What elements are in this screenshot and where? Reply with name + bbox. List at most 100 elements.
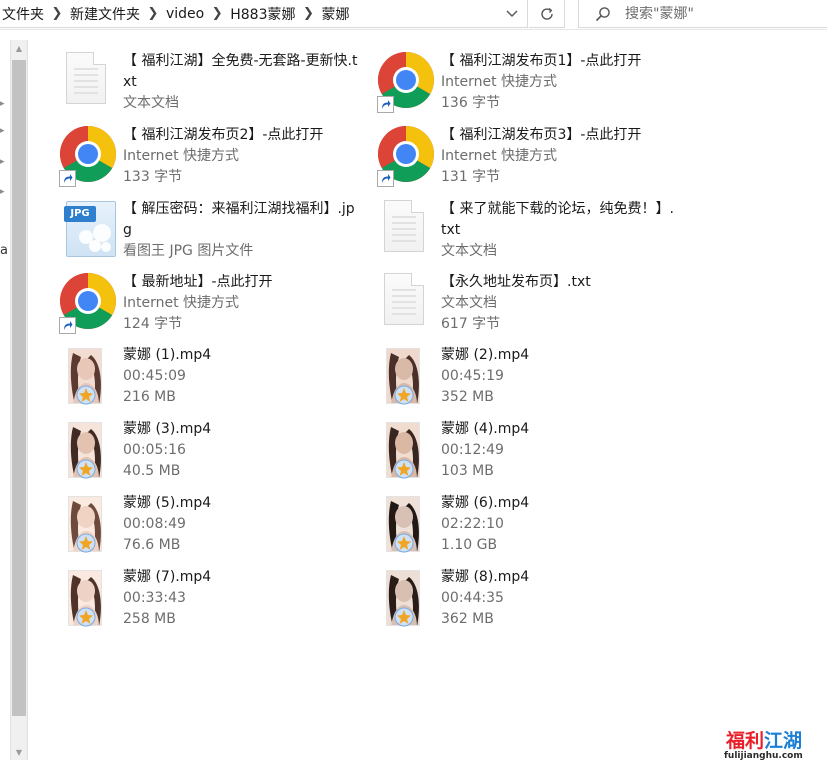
file-item[interactable]: JPG 【 解压密码：来福利江湖找福利】.jpg 看图王 JPG 图片文件 bbox=[59, 199, 359, 265]
file-size: 40.5 MB bbox=[123, 463, 181, 479]
file-details: 【 福利江湖发布页3】-点此打开 Internet 快捷方式 131 字节 bbox=[441, 125, 677, 188]
file-type: Internet 快捷方式 bbox=[441, 148, 558, 164]
shortcut-arrow-icon bbox=[377, 96, 394, 113]
file-name: 蒙娜 (7).mp4 bbox=[123, 569, 212, 585]
file-name: 蒙娜 (6).mp4 bbox=[441, 495, 530, 511]
explorer-window: 文件夹 ❯ 新建文件夹 ❯ video ❯ H883蒙娜 ❯ 蒙娜 搜索"蒙娜"… bbox=[0, 0, 827, 773]
watermark-brand-b: 江湖 bbox=[764, 730, 803, 752]
video-thumbnail-icon bbox=[377, 493, 439, 555]
chrome-shortcut-icon bbox=[59, 125, 121, 187]
jpg-image-icon: JPG bbox=[59, 199, 121, 261]
file-size: 1.10 GB bbox=[441, 537, 498, 553]
watermark-brand: 福利江湖 bbox=[726, 726, 802, 753]
video-thumbnail-icon bbox=[377, 567, 439, 629]
watermark-url: fulijianghu.com bbox=[724, 751, 803, 761]
file-name: 【 福利江湖发布页1】-点此打开 bbox=[441, 53, 642, 69]
file-item[interactable]: 蒙娜 (3).mp4 00:05:16 40.5 MB bbox=[59, 419, 359, 485]
video-app-badge-icon bbox=[76, 385, 96, 405]
file-size: 76.6 MB bbox=[123, 537, 181, 553]
shortcut-arrow-icon bbox=[377, 170, 394, 187]
file-details: 蒙娜 (4).mp4 00:12:49 103 MB bbox=[441, 419, 677, 482]
file-size: 617 字节 bbox=[441, 316, 501, 332]
video-app-badge-icon bbox=[394, 459, 414, 479]
file-duration: 00:45:19 bbox=[441, 368, 504, 384]
file-type: 看图王 JPG 图片文件 bbox=[123, 243, 254, 259]
file-details: 蒙娜 (3).mp4 00:05:16 40.5 MB bbox=[123, 419, 359, 482]
file-size: 258 MB bbox=[123, 611, 176, 627]
file-size: 216 MB bbox=[123, 389, 176, 405]
file-name: 【 福利江湖】全免费-无套路-更新快.txt bbox=[123, 53, 358, 90]
watermark-logo: 福利江湖 fulijianghu.com bbox=[724, 726, 824, 770]
file-item[interactable]: 【 来了就能下载的论坛，纯免费！】.txt 文本文档 bbox=[377, 199, 677, 265]
video-app-badge-icon bbox=[394, 385, 414, 405]
file-item[interactable]: 【 福利江湖发布页3】-点此打开 Internet 快捷方式 131 字节 bbox=[377, 125, 677, 191]
video-app-badge-icon bbox=[76, 533, 96, 553]
video-app-badge-icon bbox=[394, 607, 414, 627]
file-duration: 00:12:49 bbox=[441, 442, 504, 458]
file-duration: 00:05:16 bbox=[123, 442, 186, 458]
file-duration: 00:08:49 bbox=[123, 516, 186, 532]
video-thumbnail-icon bbox=[377, 345, 439, 407]
video-thumbnail-icon bbox=[59, 493, 121, 555]
file-item[interactable]: 蒙娜 (1).mp4 00:45:09 216 MB bbox=[59, 345, 359, 411]
file-type: Internet 快捷方式 bbox=[123, 295, 240, 311]
file-details: 蒙娜 (2).mp4 00:45:19 352 MB bbox=[441, 345, 677, 408]
file-item[interactable]: 蒙娜 (7).mp4 00:33:43 258 MB bbox=[59, 567, 359, 633]
file-type: 文本文档 bbox=[441, 243, 497, 259]
file-type: Internet 快捷方式 bbox=[123, 148, 240, 164]
file-item[interactable]: 【 福利江湖发布页1】-点此打开 Internet 快捷方式 136 字节 bbox=[377, 51, 677, 117]
file-duration: 00:33:43 bbox=[123, 590, 186, 606]
file-grid: 【 福利江湖】全免费-无套路-更新快.txt 文本文档 【 福利江湖发布页1】-点此… bbox=[0, 0, 827, 773]
file-details: 【 福利江湖发布页2】-点此打开 Internet 快捷方式 133 字节 bbox=[123, 125, 359, 188]
text-document-icon bbox=[59, 51, 121, 113]
file-item[interactable]: 蒙娜 (5).mp4 00:08:49 76.6 MB bbox=[59, 493, 359, 559]
file-name: 【 来了就能下载的论坛，纯免费！】.txt bbox=[441, 201, 674, 238]
file-name: 蒙娜 (4).mp4 bbox=[441, 421, 530, 437]
shortcut-arrow-icon bbox=[59, 170, 76, 187]
file-details: 蒙娜 (1).mp4 00:45:09 216 MB bbox=[123, 345, 359, 408]
file-name: 【 解压密码：来福利江湖找福利】.jpg bbox=[123, 201, 355, 238]
file-size: 131 字节 bbox=[441, 169, 501, 185]
jpg-badge: JPG bbox=[64, 206, 96, 222]
video-thumbnail-icon bbox=[59, 419, 121, 481]
file-item[interactable]: 【 福利江湖】全免费-无套路-更新快.txt 文本文档 bbox=[59, 51, 359, 117]
file-details: 【 来了就能下载的论坛，纯免费！】.txt 文本文档 bbox=[441, 199, 677, 262]
watermark-brand-a: 福利 bbox=[726, 730, 765, 752]
file-size: 103 MB bbox=[441, 463, 494, 479]
file-duration: 02:22:10 bbox=[441, 516, 504, 532]
file-item[interactable]: 蒙娜 (8).mp4 00:44:35 362 MB bbox=[377, 567, 677, 633]
file-size: 136 字节 bbox=[441, 95, 501, 111]
video-thumbnail-icon bbox=[59, 567, 121, 629]
file-type: 文本文档 bbox=[441, 295, 497, 311]
file-item[interactable]: 【 最新地址】-点此打开 Internet 快捷方式 124 字节 bbox=[59, 272, 359, 338]
file-details: 蒙娜 (6).mp4 02:22:10 1.10 GB bbox=[441, 493, 677, 556]
file-item[interactable]: 蒙娜 (6).mp4 02:22:10 1.10 GB bbox=[377, 493, 677, 559]
file-duration: 00:44:35 bbox=[441, 590, 504, 606]
jpg-image-icon: JPG bbox=[64, 201, 116, 257]
file-name: 【 福利江湖发布页2】-点此打开 bbox=[123, 127, 324, 143]
file-details: 蒙娜 (7).mp4 00:33:43 258 MB bbox=[123, 567, 359, 630]
file-item[interactable]: 蒙娜 (4).mp4 00:12:49 103 MB bbox=[377, 419, 677, 485]
text-document-icon bbox=[384, 200, 424, 252]
file-name: 蒙娜 (5).mp4 bbox=[123, 495, 212, 511]
file-item[interactable]: 【永久地址发布页】.txt 文本文档 617 字节 bbox=[377, 272, 677, 338]
file-details: 【 解压密码：来福利江湖找福利】.jpg 看图王 JPG 图片文件 bbox=[123, 199, 359, 262]
file-details: 【永久地址发布页】.txt 文本文档 617 字节 bbox=[441, 272, 677, 335]
file-details: 【 最新地址】-点此打开 Internet 快捷方式 124 字节 bbox=[123, 272, 359, 335]
file-duration: 00:45:09 bbox=[123, 368, 186, 384]
file-name: 蒙娜 (1).mp4 bbox=[123, 347, 212, 363]
file-size: 352 MB bbox=[441, 389, 494, 405]
video-app-badge-icon bbox=[394, 533, 414, 553]
chrome-shortcut-icon bbox=[377, 51, 439, 113]
text-document-icon bbox=[377, 199, 439, 261]
shortcut-arrow-icon bbox=[59, 317, 76, 334]
file-item[interactable]: 蒙娜 (2).mp4 00:45:19 352 MB bbox=[377, 345, 677, 411]
text-document-icon bbox=[377, 272, 439, 334]
file-details: 蒙娜 (5).mp4 00:08:49 76.6 MB bbox=[123, 493, 359, 556]
video-app-badge-icon bbox=[76, 459, 96, 479]
file-details: 【 福利江湖发布页1】-点此打开 Internet 快捷方式 136 字节 bbox=[441, 51, 677, 114]
file-item[interactable]: 【 福利江湖发布页2】-点此打开 Internet 快捷方式 133 字节 bbox=[59, 125, 359, 191]
file-size: 124 字节 bbox=[123, 316, 183, 332]
file-name: 【永久地址发布页】.txt bbox=[441, 274, 591, 290]
video-thumbnail-icon bbox=[59, 345, 121, 407]
